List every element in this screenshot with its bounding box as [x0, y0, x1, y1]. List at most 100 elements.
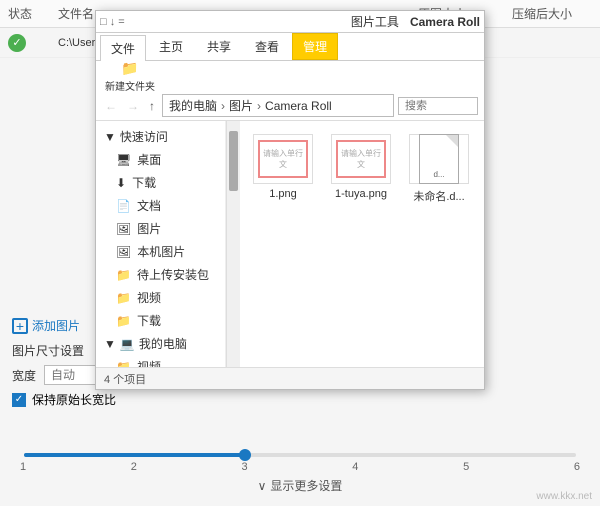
- tab-file[interactable]: 文件: [100, 35, 146, 61]
- slider-num-5: 5: [463, 461, 469, 473]
- nav-sidebar: ▼ 快速访问 🖥 桌面 ⬇ 下载 📄 文档 🖼 图片: [96, 121, 226, 367]
- path-cameraroll: Camera Roll: [265, 99, 332, 113]
- video-icon: 📁: [116, 291, 131, 305]
- nav-item-downloads[interactable]: ⬇ 下载: [96, 171, 225, 194]
- nav-back-btn[interactable]: ←: [102, 99, 120, 113]
- local-pics-label: 本机图片: [137, 243, 185, 260]
- video2-icon: 📁: [116, 360, 131, 368]
- docs-label: 文档: [137, 197, 161, 214]
- tab-view[interactable]: 查看: [244, 33, 290, 60]
- watermark: www.kkx.net: [536, 491, 592, 502]
- my-computer-header[interactable]: ▼ 💻 我的电脑: [96, 332, 225, 355]
- nav-item-video[interactable]: 📁 视频: [96, 286, 225, 309]
- my-computer-chevron: ▼: [104, 337, 116, 351]
- more-settings-btn[interactable]: ∨ 显示更多设置: [12, 473, 588, 498]
- desktop-icon: 🖥: [116, 153, 131, 167]
- filename-2: 1-tuya.png: [335, 188, 387, 200]
- sidebar-scrollbar[interactable]: [226, 121, 240, 367]
- slider-num-1: 1: [20, 461, 26, 473]
- quick-access-chevron: ▼: [104, 130, 116, 144]
- upload-pkg-label: 待上传安装包: [137, 266, 209, 283]
- file-item-2[interactable]: 请输入单行文 1-tuya.png: [326, 129, 396, 209]
- downloads2-icon: 📁: [116, 314, 131, 328]
- file-thumb-2: 请输入单行文: [331, 134, 391, 184]
- video2-label: 视频: [137, 358, 161, 367]
- pictures-label: 图片: [137, 220, 161, 237]
- thumb-text-2: 请输入单行文: [338, 148, 384, 170]
- filename-3: 未命名.d...: [413, 188, 464, 204]
- new-folder-btn[interactable]: 📁 新建文件夹: [100, 57, 160, 96]
- nav-item-desktop[interactable]: 🖥 桌面: [96, 148, 225, 171]
- nav-item-pictures[interactable]: 🖼 图片: [96, 217, 225, 240]
- file-explorer-dialog: □ ↓ = 图片工具 Camera Roll 文件 主页 共享 查看 管理 📁 …: [95, 10, 485, 390]
- downloads-icon: ⬇: [116, 176, 126, 190]
- nav-item-upload-pkg[interactable]: 📁 待上传安装包: [96, 263, 225, 286]
- keep-ratio-checkbox[interactable]: ✓: [12, 393, 26, 407]
- nav-up-btn[interactable]: ↑: [146, 99, 158, 113]
- file-item-1[interactable]: 请输入单行文 1.png: [248, 129, 318, 209]
- thumb-content-1: 请输入单行文: [258, 140, 308, 178]
- file-status: ✓: [8, 34, 58, 52]
- new-folder-text: □ ↓ =: [100, 16, 125, 28]
- my-computer-icon: 💻: [120, 337, 135, 351]
- path-sep-1: ›: [221, 99, 225, 113]
- slider-num-4: 4: [352, 461, 358, 473]
- col-status-header: 状态: [8, 5, 58, 22]
- downloads-label: 下载: [132, 174, 156, 191]
- file-thumb-1: 请输入单行文: [253, 134, 313, 184]
- quick-access-label: 快速访问: [120, 128, 168, 145]
- search-input[interactable]: [398, 97, 478, 115]
- path-pictures: 图片: [229, 97, 253, 114]
- docs-icon: 📄: [116, 199, 131, 213]
- file-grid-area[interactable]: 请输入单行文 1.png 请输入单行文 1-tuya.png: [240, 121, 484, 367]
- files-grid: 请输入单行文 1.png 请输入单行文 1-tuya.png: [248, 129, 476, 209]
- local-pics-icon: 🖼: [116, 245, 131, 259]
- new-folder-icon: 📁: [121, 60, 138, 77]
- tab-manage[interactable]: 管理: [292, 33, 338, 60]
- plus-icon: +: [12, 318, 28, 334]
- slider-thumb[interactable]: [239, 449, 251, 461]
- address-bar: ← → ↑ 我的电脑 › 图片 › Camera Roll: [96, 91, 484, 121]
- col-compressed-header: 压缩后大小: [492, 5, 592, 22]
- filename-1: 1.png: [269, 188, 297, 200]
- app-window: 状态 文件名 原图大小 压缩后大小 ✓ C:\Users\pc\Pictures…: [0, 0, 600, 506]
- keep-ratio-row[interactable]: ✓ 保持原始长宽比: [12, 391, 224, 408]
- path-sep-2: ›: [257, 99, 261, 113]
- thumb-content-2: 请输入单行文: [336, 140, 386, 178]
- dialog-status-bar: 4 个项目: [96, 367, 484, 389]
- nav-forward-btn[interactable]: →: [124, 99, 142, 113]
- keep-ratio-label: 保持原始长宽比: [32, 391, 116, 408]
- slider-num-3: 3: [242, 461, 248, 473]
- chevron-down-icon: ∨: [258, 479, 267, 493]
- more-settings-label: 显示更多设置: [270, 477, 342, 494]
- slider-numbers: 1 2 3 4 5 6: [12, 461, 588, 473]
- unknown-ext: d...: [433, 170, 444, 179]
- file-thumb-3: d...: [409, 134, 469, 184]
- unknown-file-icon: d...: [419, 134, 459, 184]
- ribbon-top-bar: □ ↓ = 图片工具 Camera Roll: [96, 11, 484, 33]
- ribbon-controls: □ ↓ =: [100, 16, 131, 28]
- add-photo-label: 添加图片: [32, 317, 80, 334]
- nav-item-video2[interactable]: 📁 视频: [96, 355, 225, 367]
- sidebar-scrollbar-thumb[interactable]: [229, 131, 238, 191]
- status-count: 4 个项目: [104, 371, 146, 387]
- tab-share[interactable]: 共享: [196, 33, 242, 60]
- bottom-section: 1 2 3 4 5 6 ∨ 显示更多设置: [0, 445, 600, 506]
- slider-num-6: 6: [574, 461, 580, 473]
- slider-num-2: 2: [131, 461, 137, 473]
- slider-fill: [24, 453, 245, 457]
- my-computer-label: 我的电脑: [139, 335, 187, 352]
- address-path[interactable]: 我的电脑 › 图片 › Camera Roll: [162, 94, 394, 117]
- dialog-title: Camera Roll: [410, 15, 480, 29]
- ribbon-toolbar: 📁 新建文件夹: [96, 61, 484, 91]
- path-computer: 我的电脑: [169, 97, 217, 114]
- quick-access-header[interactable]: ▼ 快速访问: [96, 125, 225, 148]
- width-label: 宽度: [12, 367, 36, 384]
- nav-item-local-pics[interactable]: 🖼 本机图片: [96, 240, 225, 263]
- file-item-3[interactable]: d... 未命名.d...: [404, 129, 474, 209]
- nav-item-docs[interactable]: 📄 文档: [96, 194, 225, 217]
- dialog-content: ▼ 快速访问 🖥 桌面 ⬇ 下载 📄 文档 🖼 图片: [96, 121, 484, 367]
- downloads2-label: 下载: [137, 312, 161, 329]
- nav-item-downloads2[interactable]: 📁 下载: [96, 309, 225, 332]
- quality-slider-track[interactable]: [24, 453, 576, 457]
